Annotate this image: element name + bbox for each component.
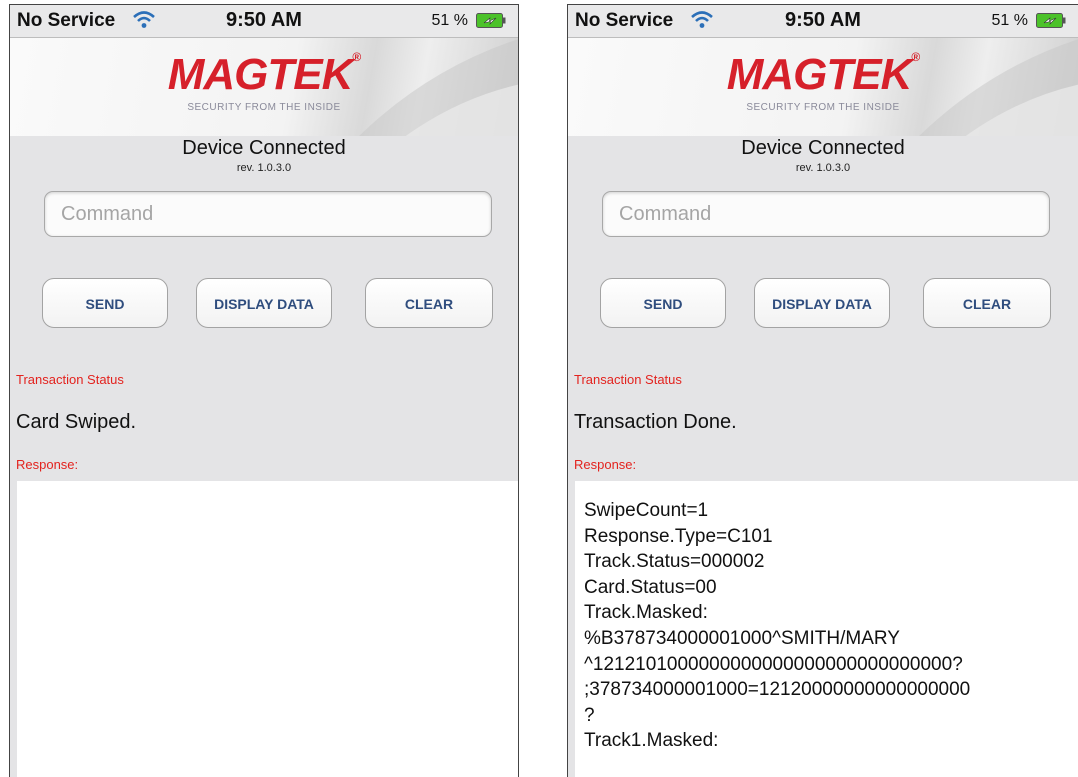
magtek-logo: MAGTEK®: [568, 50, 1078, 100]
display-data-button[interactable]: DISPLAY DATA: [196, 278, 332, 328]
response-line: ?: [584, 704, 595, 726]
logo-wordmark: MAGTEK: [167, 50, 354, 99]
response-textview[interactable]: SwipeCount=1 Response.Type=C101 Track.St…: [575, 481, 1078, 777]
display-data-button[interactable]: DISPLAY DATA: [754, 278, 890, 328]
response-line: Track1.Masked:: [584, 730, 719, 752]
device-status: Device Connected: [182, 137, 346, 159]
logo-registered-mark: ®: [352, 50, 361, 64]
device-status: Device Connected: [741, 137, 905, 159]
response-line: Response.Type=C101: [584, 525, 773, 547]
response-line: Track.Masked:: [584, 602, 708, 624]
command-input[interactable]: [602, 191, 1050, 237]
response-label: Response:: [16, 457, 79, 472]
logo-registered-mark: ®: [911, 50, 920, 64]
response-line: ;378734000001000=12120000000000000000: [584, 679, 971, 701]
transaction-status-label: Transaction Status: [16, 372, 124, 387]
command-input[interactable]: [44, 191, 492, 237]
response-line: Track.Status=000002: [584, 551, 765, 573]
clear-button[interactable]: CLEAR: [923, 278, 1051, 328]
revision-label: rev. 1.0.3.0: [236, 162, 292, 174]
send-button[interactable]: SEND: [600, 278, 726, 328]
transaction-status-label: Transaction Status: [574, 372, 682, 387]
response-line: %B378734000001000^SMITH/MARY: [584, 627, 900, 649]
header-banner: MAGTEK® SECURITY FROM THE INSIDE: [568, 38, 1078, 136]
response-textview[interactable]: [17, 481, 518, 777]
battery-charging-icon: [476, 13, 506, 28]
battery-charging-icon: [1036, 13, 1066, 28]
battery-percent: 51 %: [991, 12, 1028, 29]
send-button[interactable]: SEND: [42, 278, 168, 328]
transaction-status-message: Transaction Done.: [574, 411, 737, 433]
magtek-logo: MAGTEK®: [10, 50, 518, 100]
response-line: ^1212101000000000000000000000000000?: [584, 653, 963, 675]
status-bar: No Service 9:50 AM 51 %: [10, 5, 518, 38]
header-banner: MAGTEK® SECURITY FROM THE INSIDE: [10, 38, 518, 136]
battery-percent: 51 %: [431, 12, 468, 29]
response-label: Response:: [574, 457, 637, 472]
clear-button[interactable]: CLEAR: [365, 278, 493, 328]
response-lines: SwipeCount=1 Response.Type=C101 Track.St…: [575, 498, 1078, 754]
transaction-status-message: Card Swiped.: [16, 411, 137, 433]
revision-label: rev. 1.0.3.0: [795, 162, 851, 174]
logo-wordmark: MAGTEK: [726, 50, 913, 99]
response-line: SwipeCount=1: [584, 500, 709, 521]
status-bar: No Service 9:50 AM 51 %: [568, 5, 1078, 38]
logo-tagline: SECURITY FROM THE INSIDE: [746, 102, 900, 113]
logo-tagline: SECURITY FROM THE INSIDE: [187, 102, 341, 113]
response-line: Card.Status=00: [584, 576, 717, 598]
phone-screen-1: No Service 9:50 AM 51 % MAGTEK® SECURITY…: [9, 4, 519, 777]
phone-screen-2: No Service 9:50 AM 51 % MAGTEK® SECURITY…: [567, 4, 1078, 777]
